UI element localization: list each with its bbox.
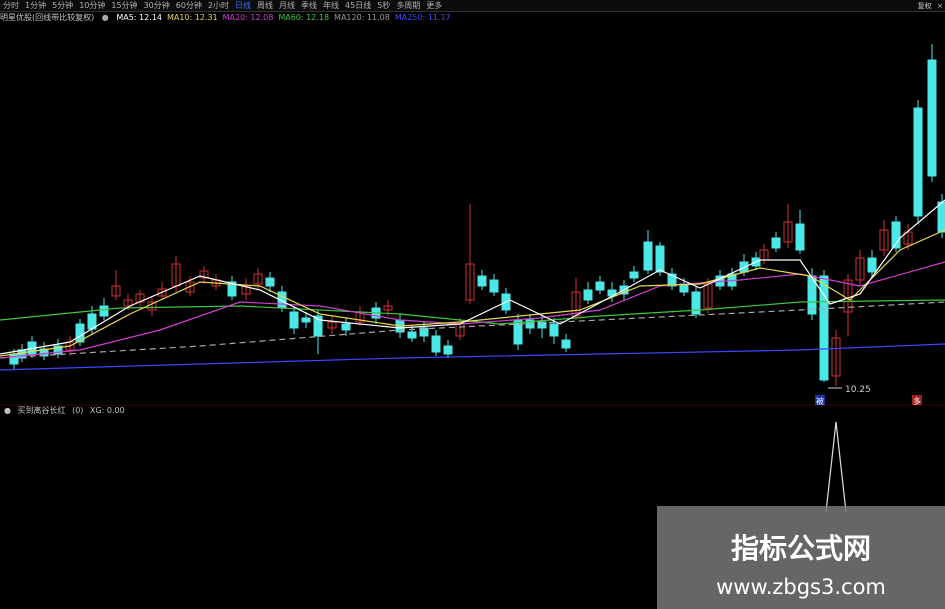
flag-right-label: 多 (913, 396, 921, 406)
ma5-line (0, 199, 945, 355)
tab-2[interactable]: 5分钟 (49, 0, 76, 11)
tab-3[interactable]: 10分钟 (76, 0, 108, 11)
window-controls: 复权 × (915, 0, 943, 12)
dot-icon: ● (101, 13, 109, 22)
candle-body (489, 279, 499, 293)
adjust-button[interactable]: 复权 (918, 1, 932, 12)
candle-body (927, 59, 937, 177)
tab-13[interactable]: 45日线 (342, 0, 374, 11)
candle-body (301, 317, 311, 323)
ma-value-4: MA120: 11.08 (334, 13, 390, 22)
candle-body (265, 277, 275, 287)
low-price-label: 10.25 (845, 385, 871, 395)
tab-11[interactable]: 季线 (298, 0, 320, 11)
period-toolbar: 分时 1分钟 5分钟 10分钟 15分钟 30分钟 60分钟 2小时 日线 周线 月线 季线 年线 45日… (0, 0, 945, 12)
tab-15[interactable]: 多周期 (393, 0, 423, 11)
tab-14[interactable]: 5秒 (374, 0, 393, 11)
candle-body (643, 241, 653, 271)
watermark-title: 指标公式网 (730, 532, 871, 565)
candle-body (629, 271, 639, 279)
candle-body (9, 353, 19, 365)
period-tabs: 分时 1分钟 5分钟 10分钟 15分钟 30分钟 60分钟 2小时 日线 周线 月线 季线 年线 45日… (0, 1, 445, 10)
sub-indicator-name[interactable]: 买到离谷长红 (18, 406, 66, 415)
tab-7[interactable]: 2小时 (205, 0, 232, 11)
candle-body (549, 323, 559, 337)
ma250-line (0, 343, 945, 371)
ma-legend: 明星优股(回线带比较复权) ● MA5: 12.14 MA10: 12.31 MA2… (0, 12, 461, 24)
candle-body (341, 323, 351, 331)
candle-body (595, 281, 605, 291)
sub-dot-icon: ● (4, 406, 11, 415)
sub-indicator-legend: ● 买到离谷长红 (0) XG: 0.00 (4, 406, 129, 416)
tab-8[interactable]: 日线 (232, 0, 254, 11)
ma-value-1: MA10: 12.31 (166, 13, 218, 22)
flag-left-label: 被 (816, 396, 824, 406)
watermark-url: www.zbgs3.com (716, 575, 886, 599)
ma-value-2: MA20: 12.08 (222, 13, 274, 22)
candle-body (289, 311, 299, 329)
tab-1[interactable]: 1分钟 (22, 0, 49, 11)
sub-indicator-params: (0) (72, 406, 84, 415)
candle-body (795, 223, 805, 251)
candle-body (655, 245, 665, 273)
tab-12[interactable]: 年线 (320, 0, 342, 11)
candle-body (561, 339, 571, 349)
candle-body (99, 305, 109, 317)
ma-value-5: MA250: 11.17 (394, 13, 451, 22)
tab-16[interactable]: 更多 (423, 0, 445, 11)
tab-9[interactable]: 周线 (254, 0, 276, 11)
tab-4[interactable]: 15分钟 (108, 0, 140, 11)
tab-0[interactable]: 分时 (0, 0, 22, 11)
candle-body (867, 257, 877, 273)
ma-values: MA5: 12.14 MA10: 12.31 MA20: 12.08 MA60: 12… (116, 13, 455, 22)
tab-5[interactable]: 30分钟 (141, 0, 173, 11)
candle-body (583, 289, 593, 301)
candle-body (407, 331, 417, 339)
candle-body (771, 237, 781, 249)
ma-value-3: MA60: 12.18 (278, 13, 330, 22)
close-icon[interactable]: × (937, 1, 943, 12)
tab-6[interactable]: 60分钟 (173, 0, 205, 11)
tab-10[interactable]: 月线 (276, 0, 298, 11)
candle-body (477, 275, 487, 287)
sub-indicator-value: XG: 0.00 (89, 406, 125, 415)
indicator-name[interactable]: 明星优股(回线带比较复权) (0, 13, 94, 22)
xg-signal-line (825, 421, 847, 513)
candle-body (443, 345, 453, 355)
candle-body (937, 201, 945, 233)
candle-body (431, 335, 441, 353)
candle-body (913, 107, 923, 217)
watermark: 指标公式网 www.zbgs3.com (657, 506, 945, 609)
ma-value-0: MA5: 12.14 (116, 13, 162, 22)
